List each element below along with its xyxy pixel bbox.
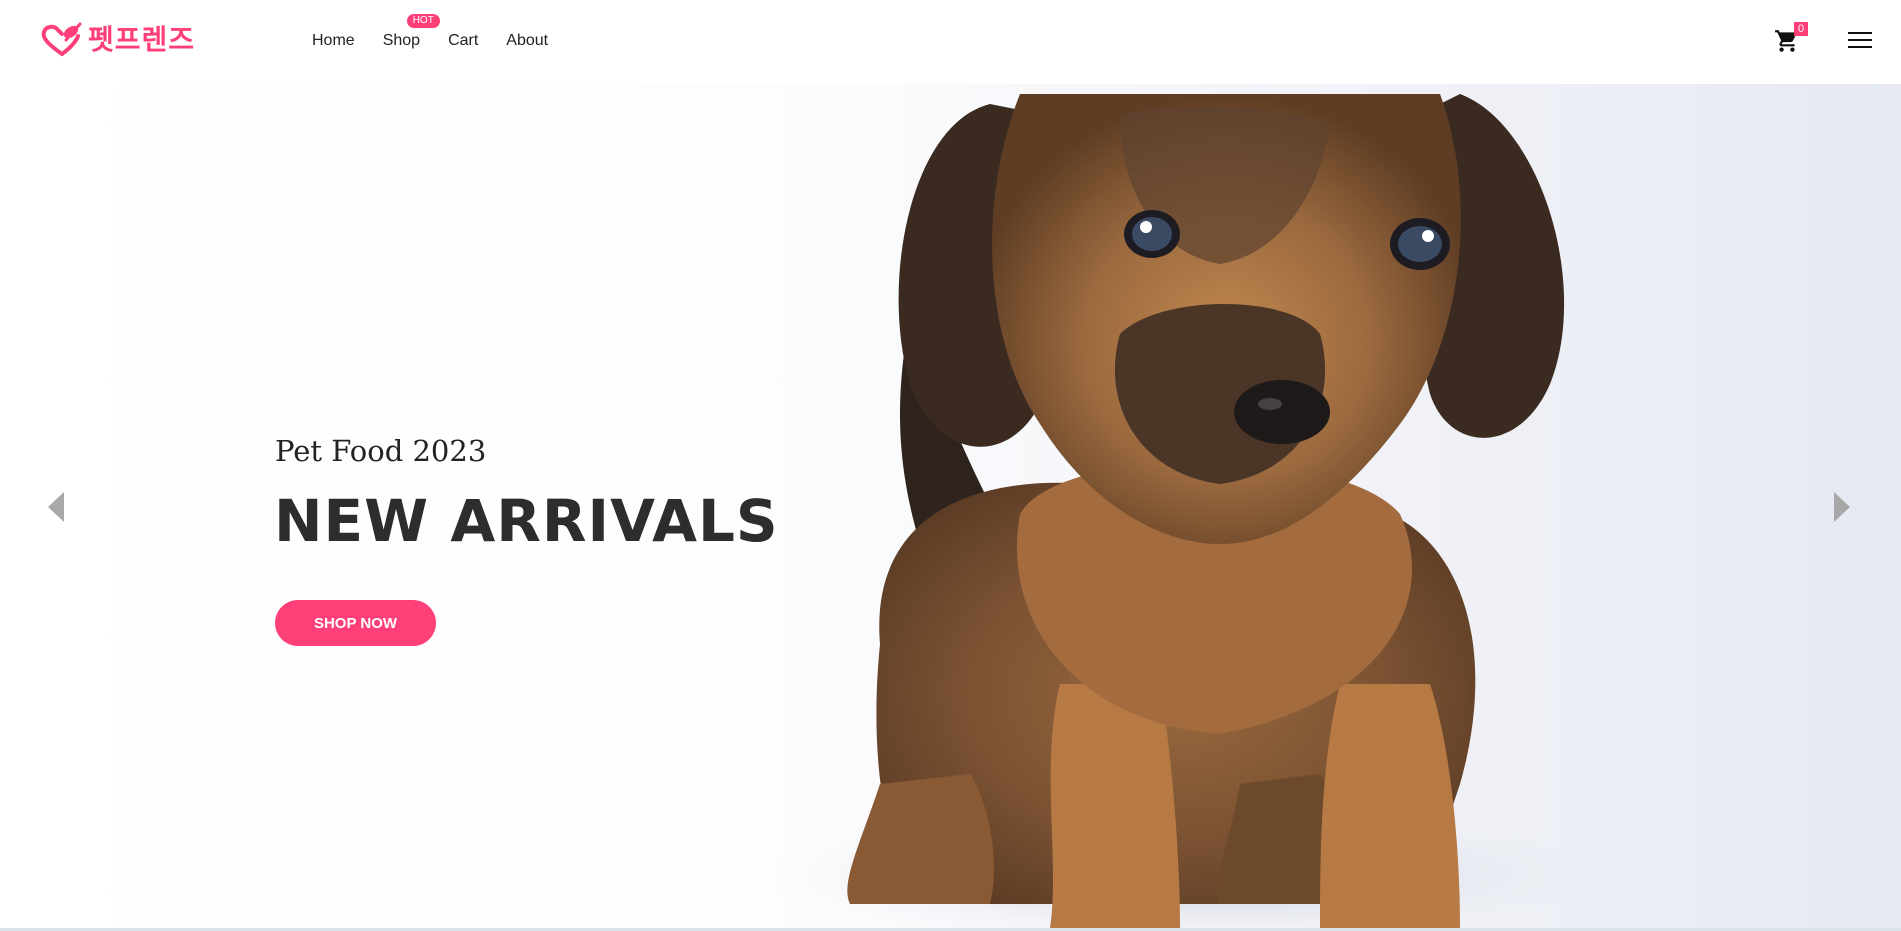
hamburger-line: [1848, 46, 1872, 48]
nav-item-shop[interactable]: Shop HOT: [382, 14, 440, 50]
heart-paw-icon: [41, 22, 82, 56]
chevron-right-icon[interactable]: [1832, 490, 1852, 524]
hamburger-line: [1848, 39, 1872, 41]
nav-item-cart[interactable]: Cart: [448, 32, 478, 50]
hero-slider: Pet Food 2023 NEW ARRIVALS SHOP NOW: [0, 84, 1901, 928]
puppy-image: [770, 94, 1610, 928]
site-header: 펫프렌즈 Home Shop HOT Cart About 0: [0, 0, 1901, 84]
cart-button[interactable]: 0: [1774, 22, 1808, 56]
hamburger-menu-button[interactable]: [1848, 32, 1872, 52]
main-nav: Home Shop HOT Cart About: [312, 14, 548, 50]
nav-item-shop-label: Shop: [382, 32, 421, 49]
cart-count-badge: 0: [1794, 22, 1808, 36]
site-logo[interactable]: 펫프렌즈: [40, 22, 195, 58]
chevron-left-icon[interactable]: [46, 490, 66, 524]
shop-now-button[interactable]: SHOP NOW: [275, 600, 436, 646]
nav-item-home[interactable]: Home: [312, 32, 355, 50]
hamburger-menu-icon: [1848, 32, 1872, 34]
logo-text: 펫프렌즈: [88, 23, 196, 56]
nav-item-about[interactable]: About: [506, 32, 548, 50]
hot-badge: HOT: [406, 14, 440, 28]
hero-subtitle: Pet Food 2023: [275, 434, 487, 468]
hero-title: NEW ARRIVALS: [274, 487, 779, 555]
